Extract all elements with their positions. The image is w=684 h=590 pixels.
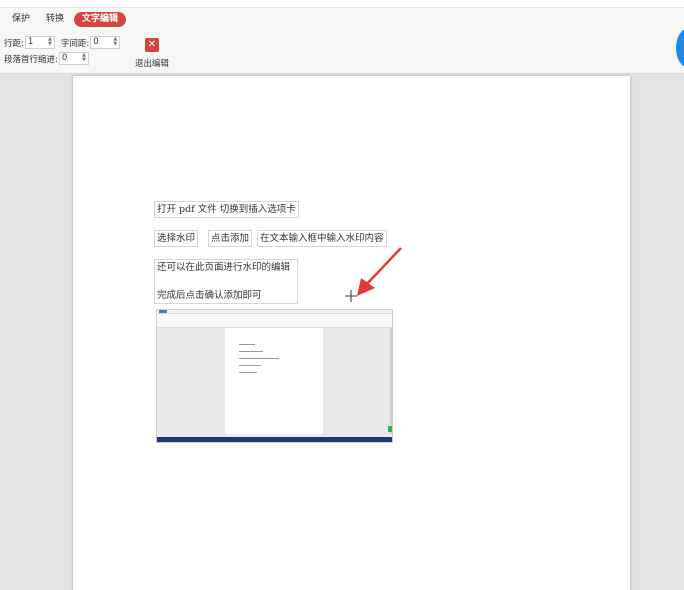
first-indent-value: 0 [61, 53, 68, 63]
tab-text-edit[interactable]: 文字编辑 [74, 12, 127, 27]
document-page[interactable]: 打开 pdf 文件 切换到插入选项卡 选择水印 点击添加 在文本输入框中输入水印… [73, 76, 630, 590]
screenshot-scrollbar [390, 328, 392, 434]
screenshot-taskbar [157, 437, 392, 442]
text-box-enter-watermark[interactable]: 在文本输入框中输入水印内容 [257, 230, 387, 247]
annotation-arrow-icon [357, 247, 402, 296]
embedded-screenshot-image[interactable] [156, 309, 393, 443]
screenshot-text-line [239, 372, 257, 373]
char-spacing-stepper[interactable]: 0 ▲ ▼ [90, 36, 121, 49]
crosshair-cursor-icon [345, 290, 357, 302]
line-spacing-stepper[interactable]: 1 ▲ ▼ [24, 36, 55, 49]
screenshot-text-line [239, 358, 279, 359]
text-box-open-pdf[interactable]: 打开 pdf 文件 切换到插入选项卡 [154, 201, 299, 218]
screenshot-text-line [239, 351, 263, 352]
window-top-strip [0, 0, 684, 8]
char-spacing-value: 0 [93, 37, 99, 47]
first-indent-label: 段落首行缩进: [4, 54, 58, 65]
indent-row: 段落首行缩进: 0 ▲ ▼ [4, 52, 95, 65]
toolbar: 保护 转换 文字编辑 行距: 1 ▲ ▼ 字间距: 0 ▲ ▼ 段落首行缩进: 0 … [0, 8, 684, 74]
stepper-arrows-icon[interactable]: ▲ ▼ [48, 37, 52, 47]
text-box-edit-and-confirm[interactable]: 还可以在此页面进行水印的编辑 完成后点击确认添加即可 [154, 259, 298, 304]
line-spacing-label: 行距: [4, 38, 24, 49]
screenshot-text-line [239, 344, 255, 345]
screenshot-text-line [239, 365, 261, 366]
stepper-arrows-icon[interactable]: ▲ ▼ [113, 37, 117, 47]
text-box-click-add[interactable]: 点击添加 [208, 230, 253, 247]
screenshot-ribbon [157, 314, 392, 328]
screenshot-page [225, 328, 323, 434]
text-line-spacer [157, 275, 295, 289]
spacing-row: 行距: 1 ▲ ▼ 字间距: 0 ▲ ▼ [4, 36, 126, 49]
ribbon-tabs: 保护 转换 文字编辑 [6, 12, 127, 27]
text-line-edit: 还可以在此页面进行水印的编辑 [157, 262, 291, 273]
close-icon[interactable]: ✕ [145, 38, 159, 52]
text-box-select-watermark[interactable]: 选择水印 [154, 230, 199, 247]
tab-convert[interactable]: 转换 [40, 12, 70, 27]
screenshot-side-indicator [388, 426, 392, 432]
line-spacing-value: 1 [27, 37, 34, 47]
exit-edit-label: 退出编辑 [134, 59, 169, 69]
floating-assistant-icon[interactable] [676, 28, 684, 68]
screenshot-tab [159, 310, 167, 313]
tab-protect[interactable]: 保护 [6, 12, 36, 27]
char-spacing-label: 字间距: [60, 38, 90, 49]
first-indent-stepper[interactable]: 0 ▲ ▼ [58, 52, 89, 65]
exit-edit-button[interactable]: ✕ 退出编辑 [134, 38, 170, 69]
stepper-arrows-icon[interactable]: ▲ ▼ [82, 53, 86, 63]
text-line-confirm: 完成后点击确认添加即可 [157, 290, 262, 301]
